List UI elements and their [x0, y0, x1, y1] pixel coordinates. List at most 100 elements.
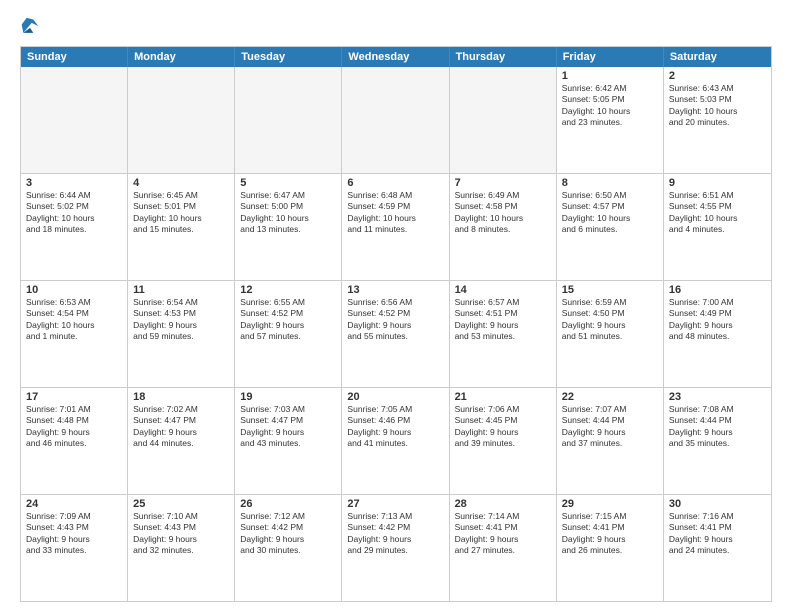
day-number: 13	[347, 284, 443, 296]
header-day-saturday: Saturday	[664, 47, 771, 67]
day-number: 6	[347, 177, 443, 189]
header-day-tuesday: Tuesday	[235, 47, 342, 67]
calendar-cell: 5Sunrise: 6:47 AM Sunset: 5:00 PM Daylig…	[235, 174, 342, 280]
calendar-cell: 30Sunrise: 7:16 AM Sunset: 4:41 PM Dayli…	[664, 495, 771, 601]
day-info: Sunrise: 7:01 AM Sunset: 4:48 PM Dayligh…	[26, 404, 122, 450]
calendar-cell: 9Sunrise: 6:51 AM Sunset: 4:55 PM Daylig…	[664, 174, 771, 280]
day-info: Sunrise: 7:12 AM Sunset: 4:42 PM Dayligh…	[240, 511, 336, 557]
calendar-cell: 21Sunrise: 7:06 AM Sunset: 4:45 PM Dayli…	[450, 388, 557, 494]
day-info: Sunrise: 6:56 AM Sunset: 4:52 PM Dayligh…	[347, 297, 443, 343]
header-day-thursday: Thursday	[450, 47, 557, 67]
calendar-header: SundayMondayTuesdayWednesdayThursdayFrid…	[21, 47, 771, 67]
calendar-cell: 15Sunrise: 6:59 AM Sunset: 4:50 PM Dayli…	[557, 281, 664, 387]
day-info: Sunrise: 6:47 AM Sunset: 5:00 PM Dayligh…	[240, 190, 336, 236]
calendar-cell: 6Sunrise: 6:48 AM Sunset: 4:59 PM Daylig…	[342, 174, 449, 280]
logo-bird-icon	[20, 16, 40, 38]
calendar-cell: 19Sunrise: 7:03 AM Sunset: 4:47 PM Dayli…	[235, 388, 342, 494]
day-info: Sunrise: 7:09 AM Sunset: 4:43 PM Dayligh…	[26, 511, 122, 557]
day-info: Sunrise: 6:48 AM Sunset: 4:59 PM Dayligh…	[347, 190, 443, 236]
calendar-cell: 22Sunrise: 7:07 AM Sunset: 4:44 PM Dayli…	[557, 388, 664, 494]
day-info: Sunrise: 6:43 AM Sunset: 5:03 PM Dayligh…	[669, 83, 766, 129]
calendar-cell: 12Sunrise: 6:55 AM Sunset: 4:52 PM Dayli…	[235, 281, 342, 387]
calendar-cell	[21, 67, 128, 173]
day-number: 1	[562, 70, 658, 82]
day-number: 4	[133, 177, 229, 189]
day-number: 14	[455, 284, 551, 296]
day-number: 18	[133, 391, 229, 403]
day-info: Sunrise: 6:42 AM Sunset: 5:05 PM Dayligh…	[562, 83, 658, 129]
calendar-cell: 11Sunrise: 6:54 AM Sunset: 4:53 PM Dayli…	[128, 281, 235, 387]
calendar-cell: 3Sunrise: 6:44 AM Sunset: 5:02 PM Daylig…	[21, 174, 128, 280]
calendar-week-5: 24Sunrise: 7:09 AM Sunset: 4:43 PM Dayli…	[21, 494, 771, 601]
day-number: 26	[240, 498, 336, 510]
day-info: Sunrise: 6:53 AM Sunset: 4:54 PM Dayligh…	[26, 297, 122, 343]
day-info: Sunrise: 7:02 AM Sunset: 4:47 PM Dayligh…	[133, 404, 229, 450]
day-info: Sunrise: 7:10 AM Sunset: 4:43 PM Dayligh…	[133, 511, 229, 557]
day-info: Sunrise: 7:08 AM Sunset: 4:44 PM Dayligh…	[669, 404, 766, 450]
calendar-cell	[342, 67, 449, 173]
header	[20, 16, 772, 38]
day-info: Sunrise: 7:13 AM Sunset: 4:42 PM Dayligh…	[347, 511, 443, 557]
day-number: 7	[455, 177, 551, 189]
calendar-cell: 20Sunrise: 7:05 AM Sunset: 4:46 PM Dayli…	[342, 388, 449, 494]
day-number: 28	[455, 498, 551, 510]
calendar-cell	[235, 67, 342, 173]
calendar-cell: 8Sunrise: 6:50 AM Sunset: 4:57 PM Daylig…	[557, 174, 664, 280]
calendar-cell: 10Sunrise: 6:53 AM Sunset: 4:54 PM Dayli…	[21, 281, 128, 387]
day-info: Sunrise: 6:55 AM Sunset: 4:52 PM Dayligh…	[240, 297, 336, 343]
day-number: 3	[26, 177, 122, 189]
header-day-sunday: Sunday	[21, 47, 128, 67]
day-info: Sunrise: 6:57 AM Sunset: 4:51 PM Dayligh…	[455, 297, 551, 343]
day-number: 8	[562, 177, 658, 189]
day-number: 10	[26, 284, 122, 296]
day-info: Sunrise: 7:15 AM Sunset: 4:41 PM Dayligh…	[562, 511, 658, 557]
calendar-cell: 2Sunrise: 6:43 AM Sunset: 5:03 PM Daylig…	[664, 67, 771, 173]
calendar-cell: 24Sunrise: 7:09 AM Sunset: 4:43 PM Dayli…	[21, 495, 128, 601]
day-info: Sunrise: 6:51 AM Sunset: 4:55 PM Dayligh…	[669, 190, 766, 236]
day-number: 2	[669, 70, 766, 82]
calendar-cell: 1Sunrise: 6:42 AM Sunset: 5:05 PM Daylig…	[557, 67, 664, 173]
calendar-cell: 25Sunrise: 7:10 AM Sunset: 4:43 PM Dayli…	[128, 495, 235, 601]
day-info: Sunrise: 7:00 AM Sunset: 4:49 PM Dayligh…	[669, 297, 766, 343]
calendar-cell: 26Sunrise: 7:12 AM Sunset: 4:42 PM Dayli…	[235, 495, 342, 601]
day-number: 24	[26, 498, 122, 510]
day-number: 17	[26, 391, 122, 403]
calendar-cell: 27Sunrise: 7:13 AM Sunset: 4:42 PM Dayli…	[342, 495, 449, 601]
day-number: 23	[669, 391, 766, 403]
day-number: 11	[133, 284, 229, 296]
calendar-cell: 13Sunrise: 6:56 AM Sunset: 4:52 PM Dayli…	[342, 281, 449, 387]
day-info: Sunrise: 6:45 AM Sunset: 5:01 PM Dayligh…	[133, 190, 229, 236]
calendar-week-4: 17Sunrise: 7:01 AM Sunset: 4:48 PM Dayli…	[21, 387, 771, 494]
calendar-cell: 14Sunrise: 6:57 AM Sunset: 4:51 PM Dayli…	[450, 281, 557, 387]
day-number: 16	[669, 284, 766, 296]
calendar-week-1: 1Sunrise: 6:42 AM Sunset: 5:05 PM Daylig…	[21, 67, 771, 173]
day-number: 21	[455, 391, 551, 403]
day-info: Sunrise: 7:06 AM Sunset: 4:45 PM Dayligh…	[455, 404, 551, 450]
calendar-cell: 7Sunrise: 6:49 AM Sunset: 4:58 PM Daylig…	[450, 174, 557, 280]
day-number: 22	[562, 391, 658, 403]
day-number: 19	[240, 391, 336, 403]
calendar-week-2: 3Sunrise: 6:44 AM Sunset: 5:02 PM Daylig…	[21, 173, 771, 280]
day-number: 30	[669, 498, 766, 510]
calendar: SundayMondayTuesdayWednesdayThursdayFrid…	[20, 46, 772, 602]
day-info: Sunrise: 7:05 AM Sunset: 4:46 PM Dayligh…	[347, 404, 443, 450]
day-info: Sunrise: 6:50 AM Sunset: 4:57 PM Dayligh…	[562, 190, 658, 236]
day-number: 5	[240, 177, 336, 189]
day-info: Sunrise: 6:54 AM Sunset: 4:53 PM Dayligh…	[133, 297, 229, 343]
calendar-week-3: 10Sunrise: 6:53 AM Sunset: 4:54 PM Dayli…	[21, 280, 771, 387]
day-info: Sunrise: 7:07 AM Sunset: 4:44 PM Dayligh…	[562, 404, 658, 450]
day-info: Sunrise: 7:14 AM Sunset: 4:41 PM Dayligh…	[455, 511, 551, 557]
day-number: 20	[347, 391, 443, 403]
day-info: Sunrise: 6:44 AM Sunset: 5:02 PM Dayligh…	[26, 190, 122, 236]
calendar-cell: 16Sunrise: 7:00 AM Sunset: 4:49 PM Dayli…	[664, 281, 771, 387]
day-info: Sunrise: 7:03 AM Sunset: 4:47 PM Dayligh…	[240, 404, 336, 450]
calendar-cell: 17Sunrise: 7:01 AM Sunset: 4:48 PM Dayli…	[21, 388, 128, 494]
day-number: 29	[562, 498, 658, 510]
calendar-cell: 23Sunrise: 7:08 AM Sunset: 4:44 PM Dayli…	[664, 388, 771, 494]
day-number: 15	[562, 284, 658, 296]
calendar-cell: 4Sunrise: 6:45 AM Sunset: 5:01 PM Daylig…	[128, 174, 235, 280]
logo	[20, 16, 42, 38]
calendar-cell	[128, 67, 235, 173]
day-number: 9	[669, 177, 766, 189]
header-day-wednesday: Wednesday	[342, 47, 449, 67]
